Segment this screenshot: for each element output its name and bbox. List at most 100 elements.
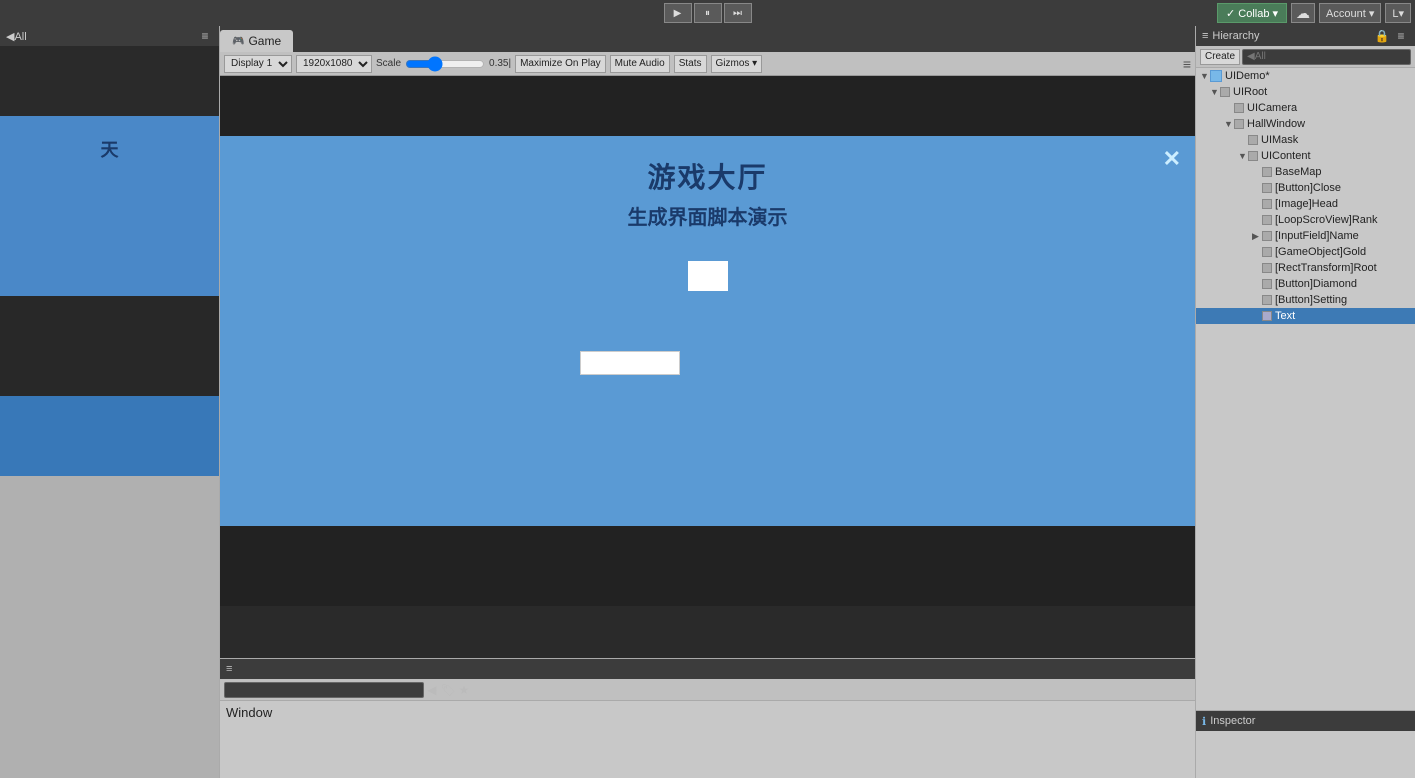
tree-icon-gameobject-gold xyxy=(1262,247,1272,257)
hierarchy-search-input[interactable] xyxy=(1242,49,1411,65)
tree-label-uiroot: UIRoot xyxy=(1233,86,1267,98)
hierarchy-menu-button[interactable]: ≡ xyxy=(1393,28,1409,44)
game-input-field[interactable] xyxy=(580,351,680,375)
tree-arrow-inputfield-name: ▶ xyxy=(1252,231,1262,242)
tree-icon-loopscroview-rank xyxy=(1262,215,1272,225)
top-toolbar: ▶ ⏸ ⏭ ✓ Collab ▾ ☁ Account ▾ L▾ xyxy=(0,0,1415,26)
hierarchy-list-icon: ≡ xyxy=(1202,30,1208,42)
maximize-on-play-button[interactable]: Maximize On Play xyxy=(515,55,606,73)
layers-button[interactable]: L▾ xyxy=(1385,3,1411,23)
bottom-panel: ≡ ◀ 🏷 ★ Window xyxy=(220,658,1195,778)
tree-arrow-uiroot: ▼ xyxy=(1210,87,1220,97)
tree-icon-basemap xyxy=(1262,167,1272,177)
step-button[interactable]: ⏭ xyxy=(724,3,752,23)
tree-item-loopscroview-rank[interactable]: [LoopScroView]Rank xyxy=(1196,212,1415,228)
hierarchy-header: ≡ Hierarchy 🔒 ≡ xyxy=(1196,26,1415,46)
tree-icon-recttransform-root xyxy=(1262,263,1272,273)
tree-label-uimask: UIMask xyxy=(1261,134,1298,146)
left-panel-menu-button[interactable]: ≡ xyxy=(197,28,213,44)
hierarchy-title: Hierarchy xyxy=(1212,30,1259,42)
tree-item-gameobject-gold[interactable]: [GameObject]Gold xyxy=(1196,244,1415,260)
stats-button[interactable]: Stats xyxy=(674,55,707,73)
bottom-panel-header: ≡ xyxy=(220,659,1195,679)
tree-item-inputfield-name[interactable]: ▶ [InputField]Name xyxy=(1196,228,1415,244)
left-panel-search-icon: ◀All xyxy=(6,30,27,43)
tree-icon-uiroot xyxy=(1220,87,1230,97)
gizmos-button[interactable]: Gizmos ▾ xyxy=(711,55,763,73)
tree-item-image-head[interactable]: [Image]Head xyxy=(1196,196,1415,212)
tree-arrow-image-head xyxy=(1252,199,1262,209)
game-top-dark-bar xyxy=(220,76,1195,136)
tree-icon-uicamera xyxy=(1234,103,1244,113)
tree-item-basemap[interactable]: BaseMap xyxy=(1196,164,1415,180)
dark-preview-top xyxy=(0,46,219,116)
tree-icon-button-close xyxy=(1262,183,1272,193)
tree-icon-uidemo xyxy=(1210,70,1222,82)
tree-arrow-uimask xyxy=(1238,135,1248,145)
hierarchy-header-left: ≡ Hierarchy xyxy=(1202,30,1260,42)
left-panel-header: ◀All ≡ xyxy=(0,26,219,46)
game-tab-bar: 🎮 Game xyxy=(220,26,1195,52)
tree-arrow-uicamera xyxy=(1224,103,1234,113)
tree-arrow-recttransform-root xyxy=(1252,263,1262,273)
tree-item-uiroot[interactable]: ▼ UIRoot xyxy=(1196,84,1415,100)
bottom-panel-search-input[interactable] xyxy=(224,682,424,698)
resolution-select[interactable]: 1920x1080 xyxy=(296,55,372,73)
tree-item-uicontent[interactable]: ▼ UIContent xyxy=(1196,148,1415,164)
hierarchy-section: ≡ Hierarchy 🔒 ≡ Create ▼ UIDemo* xyxy=(1196,26,1415,710)
cloud-button[interactable]: ☁ xyxy=(1291,3,1315,23)
tree-icon-image-head xyxy=(1262,199,1272,209)
game-title: 游戏大厅 xyxy=(647,156,767,196)
game-toolbar: Display 1 1920x1080 Scale 0.35| Maximize… xyxy=(220,52,1195,76)
bottom-panel-icons: ≡ xyxy=(226,663,232,675)
tree-item-uidemo[interactable]: ▼ UIDemo* xyxy=(1196,68,1415,84)
hierarchy-toolbar: Create xyxy=(1196,46,1415,68)
tree-label-loopscroview-rank: [LoopScroView]Rank xyxy=(1275,214,1378,226)
tree-item-uimask[interactable]: UIMask xyxy=(1196,132,1415,148)
game-close-button[interactable]: ✕ xyxy=(1163,146,1181,172)
bottom-panel-content: Window xyxy=(220,701,1195,724)
inspector-title: Inspector xyxy=(1210,715,1255,727)
mute-audio-button[interactable]: Mute Audio xyxy=(610,55,670,73)
tree-label-button-diamond: [Button]Diamond xyxy=(1275,278,1357,290)
bottom-panel-icon-btn2[interactable]: 🏷 xyxy=(440,682,456,698)
tree-arrow-button-diamond xyxy=(1252,279,1262,289)
inspector-icon: ℹ xyxy=(1202,715,1206,728)
right-panel: ≡ Hierarchy 🔒 ≡ Create ▼ UIDemo* xyxy=(1195,26,1415,778)
hierarchy-create-button[interactable]: Create xyxy=(1200,49,1240,65)
left-panel-content: 天 xyxy=(0,46,219,778)
tree-item-recttransform-root[interactable]: [RectTransform]Root xyxy=(1196,260,1415,276)
tree-item-uicamera[interactable]: UICamera xyxy=(1196,100,1415,116)
bottom-panel-icon-btn1[interactable]: ◀ xyxy=(424,682,440,698)
tree-label-image-head: [Image]Head xyxy=(1275,198,1338,210)
display-select[interactable]: Display 1 xyxy=(224,55,292,73)
hierarchy-lock-button[interactable]: 🔒 xyxy=(1374,28,1390,44)
account-button[interactable]: Account ▾ xyxy=(1319,3,1381,23)
scale-slider[interactable] xyxy=(405,57,485,71)
tree-label-uidemo: UIDemo* xyxy=(1225,70,1270,82)
tree-item-button-diamond[interactable]: [Button]Diamond xyxy=(1196,276,1415,292)
center-panel-menu-icon[interactable]: ≡ xyxy=(1183,56,1191,72)
tree-item-button-setting[interactable]: [Button]Setting xyxy=(1196,292,1415,308)
scale-value: 0.35| xyxy=(489,58,511,69)
game-viewport: ✕ 游戏大厅 生成界面脚本演示 xyxy=(220,76,1195,658)
tree-item-text[interactable]: Text xyxy=(1196,308,1415,324)
tree-arrow-text xyxy=(1252,311,1262,321)
top-right-controls: ✓ Collab ▾ ☁ Account ▾ L▾ xyxy=(1217,0,1415,26)
blue-preview-bottom xyxy=(0,396,219,476)
tree-item-hallwindow[interactable]: ▼ HallWindow xyxy=(1196,116,1415,132)
pause-button[interactable]: ⏸ xyxy=(694,3,722,23)
game-tab[interactable]: 🎮 Game xyxy=(220,30,293,52)
bottom-window-label: Window xyxy=(226,705,272,720)
tree-icon-button-setting xyxy=(1262,295,1272,305)
collab-button[interactable]: ✓ Collab ▾ xyxy=(1217,3,1287,23)
play-button[interactable]: ▶ xyxy=(664,3,692,23)
tree-label-basemap: BaseMap xyxy=(1275,166,1321,178)
game-content-area: ✕ 游戏大厅 生成界面脚本演示 xyxy=(220,136,1195,526)
inspector-section: ℹ Inspector xyxy=(1196,710,1415,778)
bottom-panel-icon-btn3[interactable]: ★ xyxy=(456,682,472,698)
tree-item-button-close[interactable]: [Button]Close xyxy=(1196,180,1415,196)
blue-preview: 天 xyxy=(0,116,219,296)
tree-label-inputfield-name: [InputField]Name xyxy=(1275,230,1359,242)
tree-icon-uimask xyxy=(1248,135,1258,145)
